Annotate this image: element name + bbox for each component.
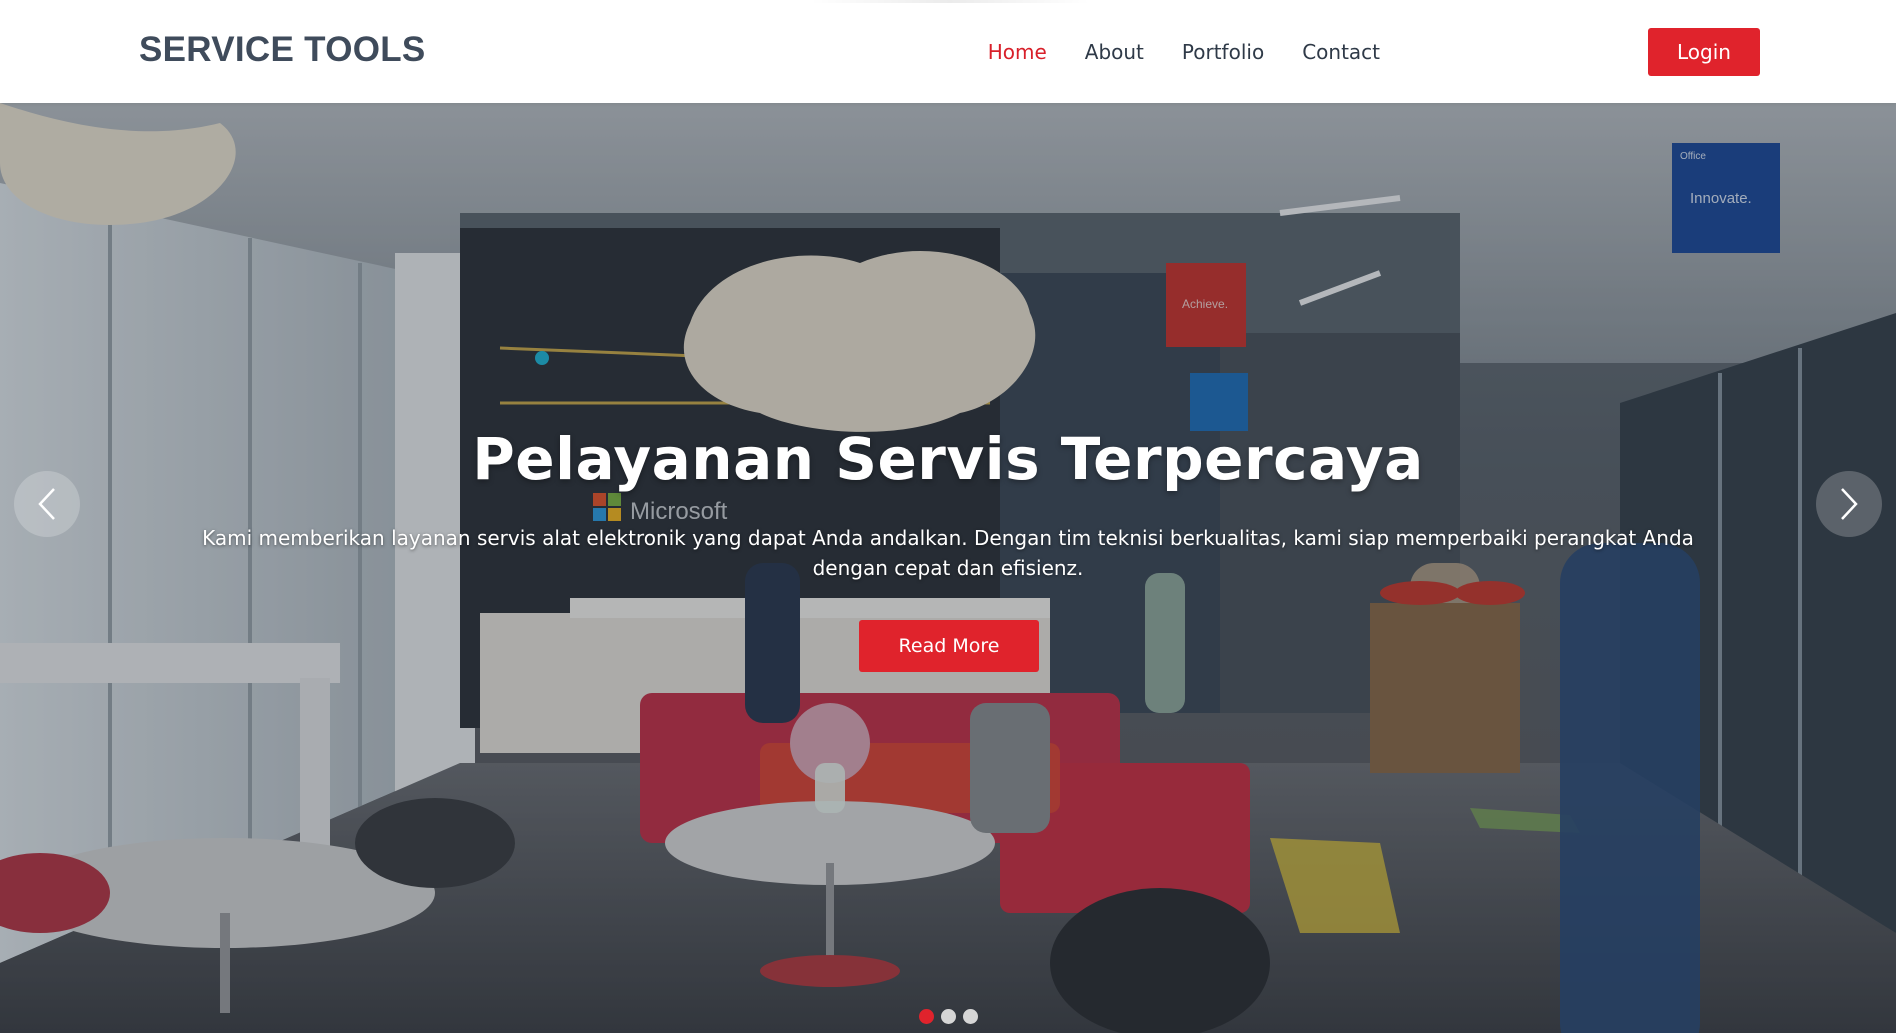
hero-description: Kami memberikan layanan servis alat elek… xyxy=(202,526,1694,580)
login-button[interactable]: Login xyxy=(1648,28,1760,76)
read-more-button[interactable]: Read More xyxy=(859,620,1039,672)
main-nav: Home About Portfolio Contact xyxy=(950,0,1380,103)
carousel-dot-1[interactable] xyxy=(919,1009,934,1024)
carousel-dot-2[interactable] xyxy=(941,1009,956,1024)
carousel-dot-3[interactable] xyxy=(963,1009,978,1024)
carousel-next-button[interactable] xyxy=(1816,471,1882,537)
nav-link-about[interactable]: About xyxy=(1085,40,1144,64)
brand-logo[interactable]: SERVICE TOOLS xyxy=(139,30,426,70)
carousel-prev-button[interactable] xyxy=(14,471,80,537)
nav-link-contact[interactable]: Contact xyxy=(1302,40,1380,64)
chevron-left-icon xyxy=(38,488,55,520)
nav-link-portfolio[interactable]: Portfolio xyxy=(1182,40,1264,64)
hero-carousel: Microsoft Achieve. Office Innovate. Pela… xyxy=(0,103,1896,1033)
hero-title: Pelayanan Servis Terpercaya xyxy=(472,425,1424,493)
nav-link-home[interactable]: Home xyxy=(988,40,1047,64)
navbar: SERVICE TOOLS Home About Portfolio Conta… xyxy=(0,0,1896,103)
chevron-right-icon xyxy=(1841,488,1858,520)
carousel-indicators xyxy=(919,1009,978,1024)
